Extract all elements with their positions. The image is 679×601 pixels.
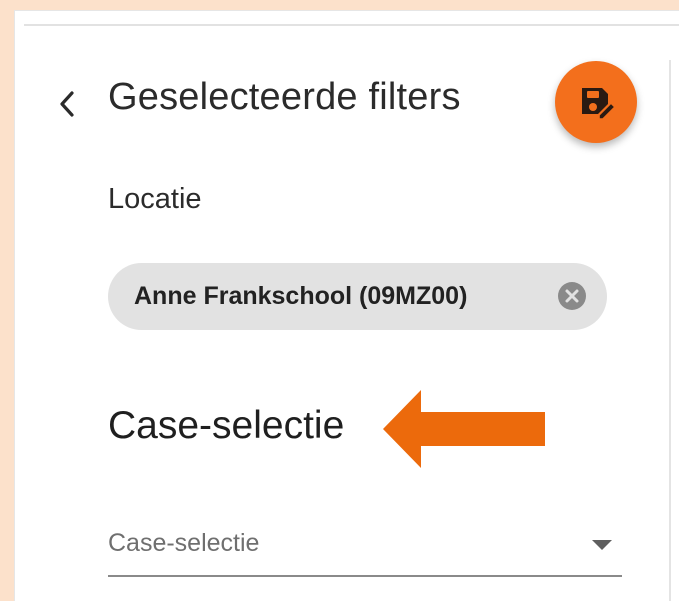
- page-title: Geselecteerde filters: [108, 76, 461, 118]
- case-selection-placeholder: Case-selectie: [108, 529, 260, 557]
- panel-top-divider: [24, 24, 679, 26]
- back-button[interactable]: [50, 84, 84, 124]
- case-selection-dropdown[interactable]: Case-selectie: [108, 525, 622, 577]
- location-filter-chip[interactable]: Anne Frankschool (09MZ00): [108, 263, 607, 330]
- panel-right-divider: [669, 60, 671, 601]
- orange-arrow-icon: [383, 390, 545, 468]
- close-circle-icon[interactable]: [556, 280, 588, 312]
- case-selection-heading: Case-selectie: [108, 404, 345, 447]
- caret-down-icon: [592, 540, 612, 550]
- save-filters-button[interactable]: [555, 61, 637, 143]
- chevron-left-icon: [60, 91, 74, 117]
- location-label: Locatie: [108, 183, 202, 215]
- save-edit-icon: [582, 88, 616, 120]
- location-chip-label: Anne Frankschool (09MZ00): [134, 282, 468, 310]
